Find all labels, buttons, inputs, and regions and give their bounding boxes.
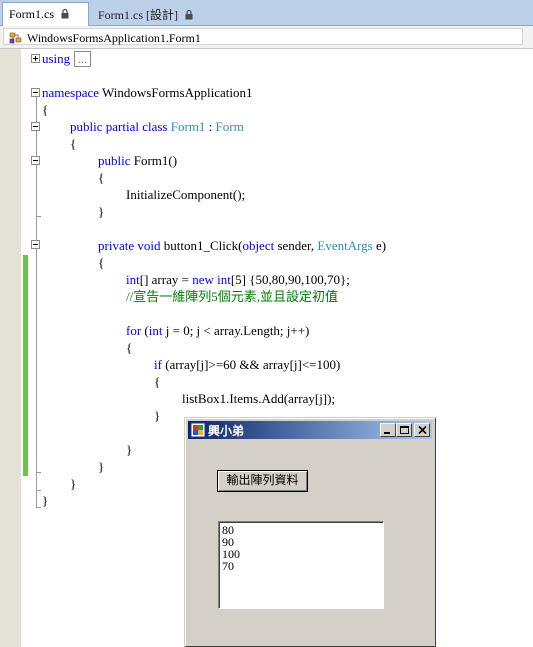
expand-outline-icon[interactable] xyxy=(31,54,40,63)
code-line: } xyxy=(42,493,49,508)
code-text: e) xyxy=(372,238,387,253)
code-line: public Form1() xyxy=(98,152,177,169)
keyword: int xyxy=(217,272,231,287)
keyword: for xyxy=(126,323,142,338)
code-line: { xyxy=(126,340,133,355)
code-text: ( xyxy=(141,323,149,338)
collapse-outline-icon[interactable] xyxy=(31,240,40,249)
keyword: namespace xyxy=(42,85,100,100)
tab-form1-design[interactable]: Form1.cs [設計] xyxy=(92,2,193,24)
code-line: } xyxy=(98,204,105,219)
keyword: new xyxy=(192,272,214,287)
output-array-button[interactable]: 輸出陣列資料 xyxy=(217,470,308,492)
window-title: 興小弟 xyxy=(208,424,245,438)
keyword: using xyxy=(42,51,71,66)
collapse-outline-icon[interactable] xyxy=(31,156,40,165)
code-line: } xyxy=(154,408,161,423)
keyword: object xyxy=(242,238,275,253)
code-line: } xyxy=(98,459,105,474)
collapsed-region[interactable]: ... xyxy=(74,51,92,67)
code-text: sender, xyxy=(274,238,318,253)
outline-end-tick xyxy=(36,507,41,508)
type-dropdown[interactable]: WindowsFormsApplication1.Form1 xyxy=(3,28,523,45)
list-item[interactable]: 90 xyxy=(222,536,380,548)
type-name: Form1 xyxy=(170,119,206,134)
outline-end-tick xyxy=(36,216,41,217)
code-text: WindowsFormsApplication1 xyxy=(99,85,253,100)
code-line: if (array[j]>=60 && array[j]<=100) xyxy=(154,356,340,373)
keyword: void xyxy=(137,238,161,253)
change-tracking-bar xyxy=(23,255,28,476)
app-icon xyxy=(190,422,206,438)
form-window[interactable]: 興小弟 輸出陣列資料 80 90 100 70 xyxy=(184,417,436,647)
class-icon xyxy=(9,30,23,49)
keyword: public partial class xyxy=(70,119,168,134)
keyword: int xyxy=(126,272,140,287)
code-line: { xyxy=(154,374,161,389)
code-line: } xyxy=(126,442,133,457)
outline-end-tick xyxy=(36,490,41,491)
keyword: private xyxy=(98,238,135,253)
lock-icon xyxy=(61,8,69,23)
code-text: [5] {50,80,90,100,70}; xyxy=(230,272,350,287)
window-titlebar[interactable]: 興小弟 xyxy=(188,421,432,439)
minimize-button[interactable] xyxy=(380,423,396,437)
code-line: { xyxy=(42,102,49,117)
tab-form1-cs[interactable]: Form1.cs xyxy=(2,2,89,26)
collapse-outline-icon[interactable] xyxy=(31,122,40,131)
code-text: (array[j]>=60 && array[j]<=100) xyxy=(161,357,341,372)
code-text: [] array = xyxy=(139,272,193,287)
minimize-icon xyxy=(384,432,390,434)
code-line: { xyxy=(98,170,105,185)
editor-gutter xyxy=(0,49,21,647)
code-line: public partial class Form1 : Form xyxy=(70,118,244,135)
code-line: namespace WindowsFormsApplication1 xyxy=(42,84,252,101)
output-listbox[interactable]: 80 90 100 70 xyxy=(218,521,384,609)
code-line: } xyxy=(70,476,77,491)
maximize-button[interactable] xyxy=(396,423,412,437)
code-line: InitializeComponent(); xyxy=(126,187,246,202)
outline-end-tick xyxy=(36,472,41,473)
list-item[interactable]: 70 xyxy=(222,560,380,572)
type-name: Form xyxy=(215,119,244,134)
document-tab-strip: Form1.cs Form1.cs [設計] xyxy=(0,0,533,26)
code-comment: //宣告一維陣列5個元素,並且設定初值 xyxy=(126,289,338,304)
keyword: int xyxy=(148,323,163,338)
code-line: listBox1.Items.Add(array[j]); xyxy=(182,391,336,406)
tab-label: Form1.cs [設計] xyxy=(98,8,178,22)
type-name: EventArgs xyxy=(317,238,373,253)
code-text: button1_Click( xyxy=(160,238,243,253)
collapse-outline-icon[interactable] xyxy=(31,88,40,97)
code-line: private void button1_Click(object sender… xyxy=(98,237,386,254)
list-item[interactable]: 80 xyxy=(222,524,380,536)
code-line: { xyxy=(70,136,77,151)
navigation-bar: WindowsFormsApplication1.Form1 xyxy=(0,26,533,49)
code-text: Form1() xyxy=(130,153,178,168)
code-line: using... xyxy=(42,50,92,67)
close-button[interactable] xyxy=(414,423,430,437)
lock-icon xyxy=(185,9,193,24)
code-text: j = 0; j < array.Length; j++) xyxy=(162,323,310,338)
code-line: { xyxy=(98,255,105,270)
tab-label: Form1.cs xyxy=(9,7,54,21)
code-line: for (int j = 0; j < array.Length; j++) xyxy=(126,322,309,339)
code-line: int[] array = new int[5] {50,80,90,100,7… xyxy=(126,271,350,288)
keyword: public xyxy=(98,153,131,168)
close-icon xyxy=(418,426,427,434)
class-path-label: WindowsFormsApplication1.Form1 xyxy=(27,31,201,45)
keyword: if xyxy=(154,357,162,372)
list-item[interactable]: 100 xyxy=(222,548,380,560)
code-text: : xyxy=(205,119,216,134)
maximize-icon xyxy=(400,426,409,434)
